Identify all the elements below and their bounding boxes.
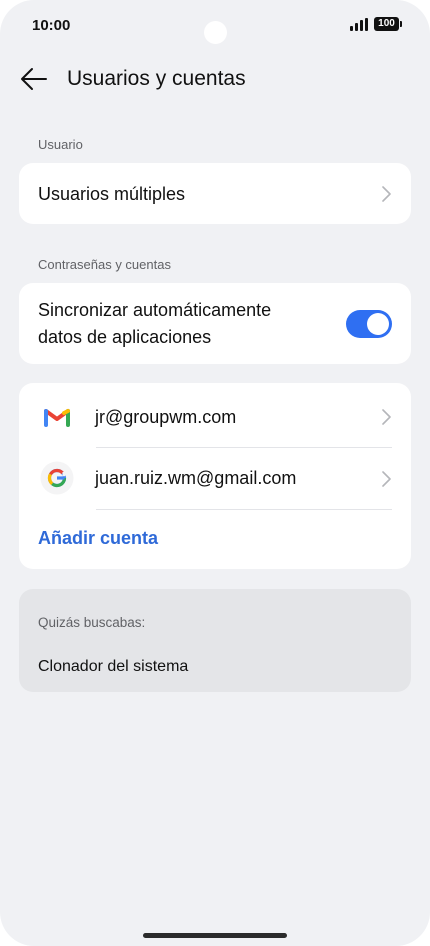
chevron-right-icon (382, 471, 391, 487)
chevron-right-icon (382, 186, 391, 202)
section-label-accounts: Contraseñas y cuentas (38, 257, 171, 272)
google-icon (40, 461, 74, 495)
status-time: 10:00 (32, 17, 71, 34)
suggestions-label: Quizás buscabas: (38, 615, 146, 630)
auto-sync-toggle[interactable] (346, 310, 392, 338)
auto-sync-label-line2: datos de aplicaciones (38, 327, 212, 347)
multiple-users-label: Usuarios múltiples (38, 184, 186, 204)
home-indicator[interactable] (143, 933, 287, 938)
toggle-knob (367, 313, 389, 335)
back-arrow-icon[interactable] (20, 66, 48, 92)
auto-sync-label-line1: Sincronizar automáticamente (38, 300, 272, 320)
section-label-user: Usuario (38, 137, 83, 152)
signal-icon (350, 18, 370, 31)
battery-icon: 100 (374, 17, 402, 31)
app-bar: Usuarios y cuentas (0, 56, 430, 102)
accounts-card: jr@groupwm.com juan.ruiz.wm@gmail.com Añ… (19, 383, 411, 569)
suggestion-system-cloner[interactable]: Clonador del sistema (38, 658, 188, 676)
auto-sync-row[interactable]: Sincronizar automáticamente datos de apl… (19, 283, 411, 364)
gmail-icon (44, 409, 70, 427)
account-email: jr@groupwm.com (95, 407, 237, 427)
chevron-right-icon (382, 409, 391, 425)
multiple-users-row[interactable]: Usuarios múltiples (19, 163, 411, 224)
suggestions-card: Quizás buscabas: Clonador del sistema (19, 589, 411, 692)
account-email: juan.ruiz.wm@gmail.com (95, 468, 297, 488)
status-bar: 10:00 100 (0, 0, 430, 50)
front-camera (204, 21, 227, 44)
account-row-google[interactable]: juan.ruiz.wm@gmail.com (19, 448, 411, 510)
account-row-gmail[interactable]: jr@groupwm.com (19, 386, 411, 448)
page-title: Usuarios y cuentas (67, 67, 246, 90)
add-account-button[interactable]: Añadir cuenta (38, 528, 158, 549)
phone-screen: 10:00 100 Usuarios y cuentas Usuario Usu… (0, 0, 430, 946)
divider (96, 509, 392, 510)
